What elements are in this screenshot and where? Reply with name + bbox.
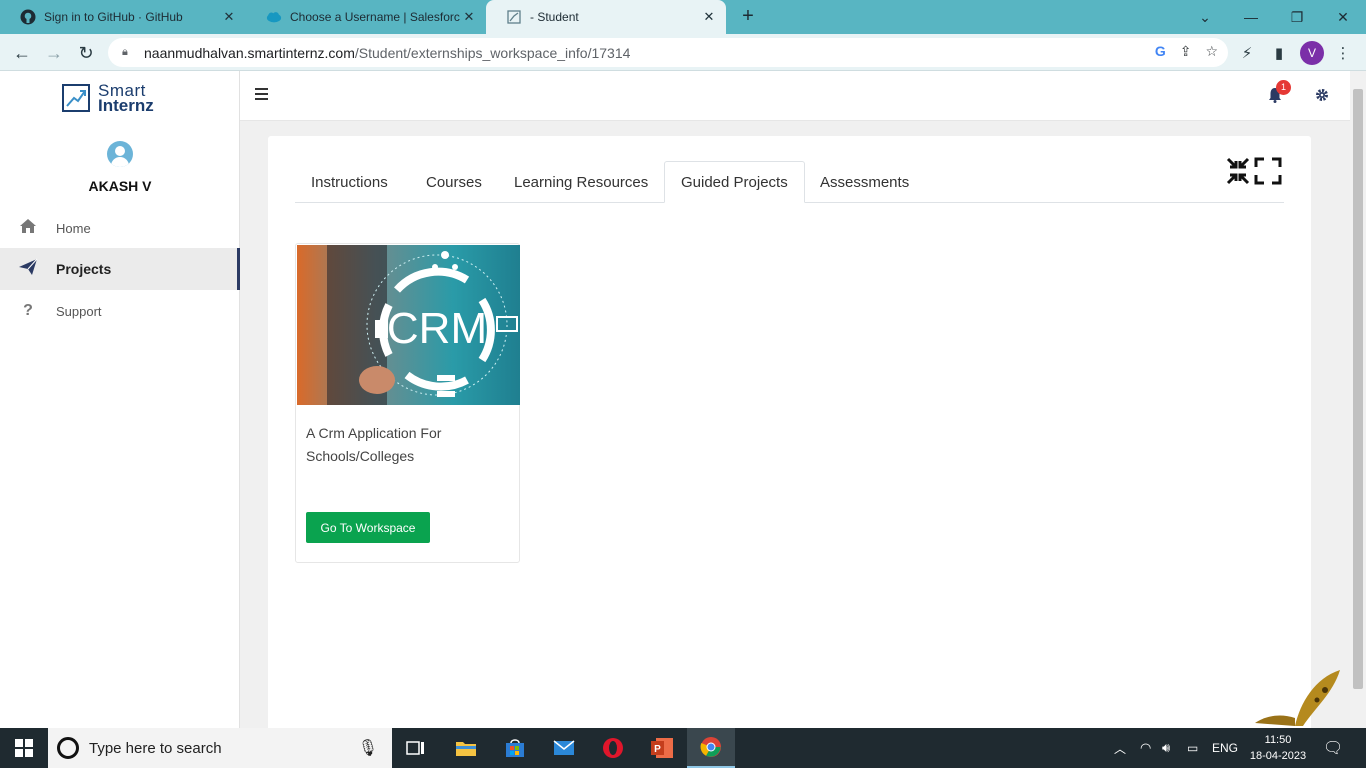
salesforce-cloud-icon <box>266 9 282 25</box>
star-bookmark-icon[interactable]: ☆ <box>1205 43 1218 60</box>
project-thumbnail-image[interactable]: CRM <box>297 245 520 405</box>
hamburger-menu-icon[interactable] <box>255 88 268 103</box>
sidebar-item-label: Home <box>56 220 91 236</box>
tray-overflow-chevron-icon[interactable]: ︿ <box>1114 728 1126 768</box>
extension-icon[interactable]: ⚡︎ <box>1236 42 1258 64</box>
reload-icon[interactable]: ↻ <box>74 41 98 65</box>
chrome-icon[interactable] <box>687 728 735 768</box>
close-icon[interactable]: ✕ <box>460 9 478 25</box>
page-scrollbar[interactable] <box>1350 71 1366 728</box>
powerpoint-icon[interactable]: P <box>638 728 686 768</box>
page-icon <box>506 9 522 25</box>
clock-time: 11:50 <box>1264 734 1292 746</box>
taskbar-search-box[interactable]: Type here to search 🎙︎ <box>48 728 392 768</box>
notification-center-icon[interactable]: 🗨︎ <box>1323 728 1343 768</box>
kebab-menu-icon[interactable]: ⋮ <box>1332 42 1354 64</box>
sidebar-item-projects[interactable]: Projects <box>0 248 240 290</box>
logo-word-internz: Internz <box>98 96 154 115</box>
sidebar-item-label: Support <box>56 303 102 319</box>
workspace-card: Instructions Courses Learning Resources … <box>268 136 1311 736</box>
tab-learning-resources[interactable]: Learning Resources <box>498 161 664 203</box>
tab-search-chevron-icon[interactable]: ⌄ <box>1182 0 1228 34</box>
browser-tab-github[interactable]: Sign in to GitHub · GitHub ✕ <box>0 0 246 34</box>
sidebar-item-support[interactable]: ? Support <box>0 290 240 332</box>
fullscreen-toggle-icon[interactable] <box>1226 157 1282 185</box>
close-icon[interactable]: ✕ <box>220 9 238 25</box>
svg-text:P: P <box>654 744 661 755</box>
back-arrow-icon[interactable]: ← <box>10 41 34 65</box>
tab-title: Sign in to GitHub · GitHub <box>44 10 183 24</box>
paper-plane-icon <box>18 258 38 281</box>
search-placeholder: Type here to search <box>89 739 222 757</box>
tab-title: Choose a Username | Salesforce <box>290 10 460 24</box>
project-title: A Crm Application For Schools/Colleges <box>306 425 442 464</box>
sidebar-item-home[interactable]: Home <box>0 207 240 249</box>
butterfly-decoration-icon <box>1255 668 1345 728</box>
notification-count-badge: 1 <box>1276 80 1291 95</box>
microphone-icon[interactable]: 🎙︎ <box>358 738 378 758</box>
gear-icon[interactable] <box>1315 88 1329 102</box>
input-language[interactable]: ENG <box>1212 728 1238 768</box>
user-avatar[interactable] <box>107 141 133 167</box>
new-tab-plus-icon[interactable]: + <box>738 6 758 26</box>
task-view-icon[interactable] <box>392 728 440 768</box>
top-header: 1 <box>240 71 1350 121</box>
volume-icon[interactable]: 🔊︎ <box>1162 728 1170 768</box>
tab-assessments[interactable]: Assessments <box>804 161 925 203</box>
address-bar[interactable]: 🔒︎ naanmudhalvan.smartinternz.com /Stude… <box>108 38 1228 67</box>
user-name: AKASH V <box>88 178 152 194</box>
side-panel-icon[interactable]: ▮ <box>1268 42 1290 64</box>
tab-instructions[interactable]: Instructions <box>295 161 404 203</box>
browser-tab-salesforce[interactable]: Choose a Username | Salesforce ✕ <box>246 0 486 34</box>
wifi-icon[interactable]: ◠ <box>1140 728 1151 768</box>
system-clock[interactable]: 11:50 18-04-2023 <box>1246 732 1310 764</box>
close-icon[interactable]: ✕ <box>700 9 718 25</box>
opera-browser-icon[interactable] <box>589 728 637 768</box>
question-icon: ? <box>23 302 33 319</box>
go-to-workspace-button[interactable]: Go To Workspace <box>306 512 430 543</box>
browser-tab-student[interactable]: - Student ✕ <box>486 0 726 34</box>
browser-toolbar: ← → ↻ 🔒︎ naanmudhalvan.smartinternz.com … <box>0 34 1366 71</box>
windows-taskbar: Type here to search 🎙︎ P ︿ ◠ 🔊︎ ▭ ENG 11… <box>0 728 1366 768</box>
clock-date: 18-04-2023 <box>1249 750 1307 762</box>
mail-icon[interactable] <box>540 728 588 768</box>
lock-icon: 🔒︎ <box>122 46 128 58</box>
github-icon <box>20 9 36 25</box>
microsoft-store-icon[interactable] <box>491 728 539 768</box>
sidebar: Smart Internz AKASH V Home Projects ? Su… <box>0 71 240 728</box>
tab-courses[interactable]: Courses <box>410 161 498 203</box>
battery-icon[interactable]: ▭ <box>1187 728 1198 768</box>
window-close-icon[interactable]: ✕ <box>1320 0 1366 34</box>
project-card: CRM A Crm Application For Schools/Colleg… <box>295 243 520 563</box>
home-icon <box>18 218 38 239</box>
sidebar-item-label: Projects <box>56 261 112 277</box>
google-g-icon[interactable]: G <box>1155 43 1166 60</box>
smartinternz-logo[interactable]: Smart Internz <box>62 82 154 115</box>
browser-tabstrip: Sign in to GitHub · GitHub ✕ Choose a Us… <box>0 0 1366 34</box>
url-host: naanmudhalvan.smartinternz.com <box>144 44 355 61</box>
url-path: /Student/externships_workspace_info/1731… <box>354 44 631 61</box>
search-icon <box>57 737 79 759</box>
scrollbar-thumb[interactable] <box>1353 89 1363 689</box>
tab-title: - Student <box>530 10 579 24</box>
share-icon[interactable]: ⇪ <box>1180 43 1192 60</box>
restore-icon[interactable]: ❐ <box>1274 0 1320 34</box>
logo-chart-icon <box>62 84 90 112</box>
minimize-icon[interactable]: — <box>1228 0 1274 34</box>
tab-guided-projects[interactable]: Guided Projects <box>664 161 805 203</box>
forward-arrow-icon[interactable]: → <box>42 41 66 65</box>
content-tabs: Instructions Courses Learning Resources … <box>295 161 1284 203</box>
file-explorer-icon[interactable] <box>442 728 490 768</box>
page-viewport: Smart Internz AKASH V Home Projects ? Su… <box>0 71 1350 736</box>
windows-start-icon[interactable] <box>0 728 48 768</box>
project-image-caption: CRM <box>387 304 487 353</box>
profile-avatar[interactable]: V <box>1300 41 1324 65</box>
